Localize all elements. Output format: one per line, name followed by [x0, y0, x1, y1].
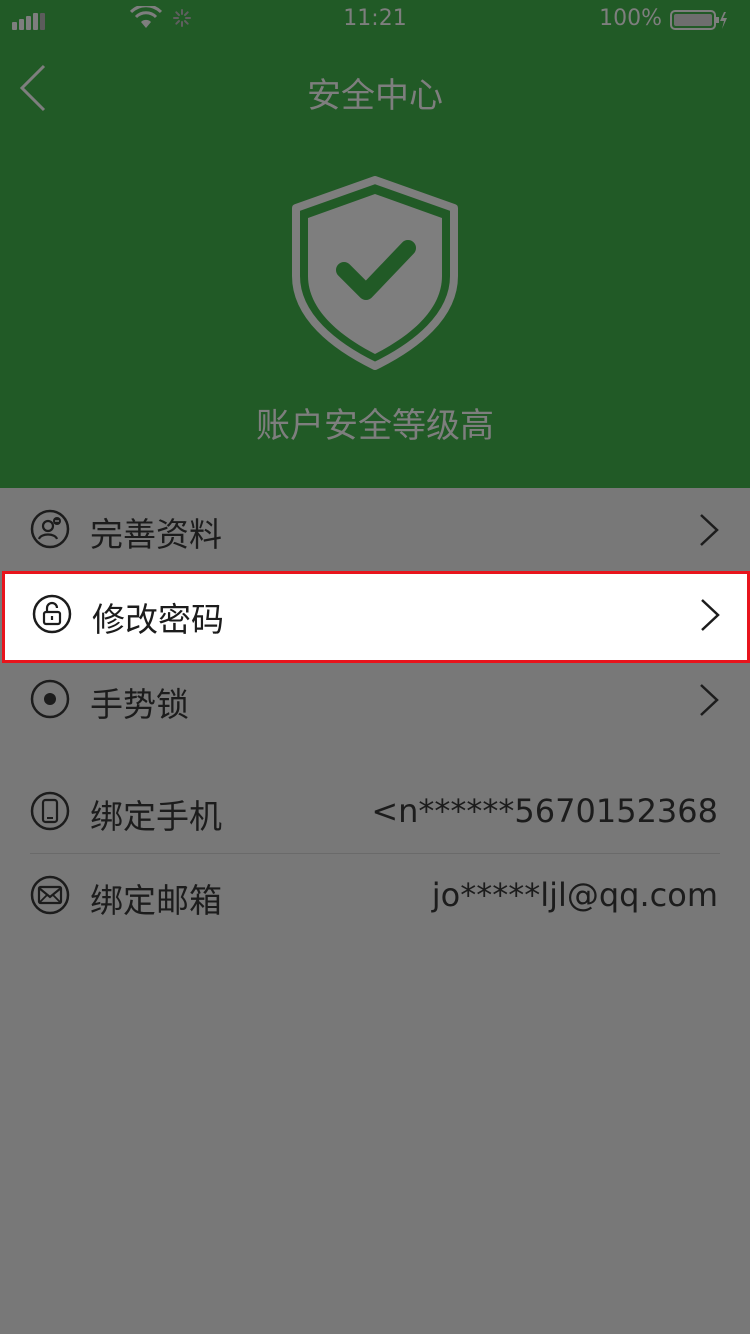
shield-check-icon: [292, 176, 458, 370]
bind-email-label: 绑定邮箱: [90, 881, 222, 920]
complete-profile-row[interactable]: 完善资料: [0, 488, 750, 572]
chevron-right-icon: [701, 599, 720, 631]
change-password-row[interactable]: 修改密码: [2, 571, 750, 663]
gesture-lock-icon: [30, 679, 70, 719]
bind-phone-row[interactable]: 绑定手机 <n******5670152368: [0, 770, 750, 854]
bind-email-row[interactable]: 绑定邮箱 jo*****ljl@qq.com: [0, 854, 750, 938]
bind-phone-label: 绑定手机: [90, 797, 222, 836]
lock-icon: [32, 594, 72, 634]
battery-percentage: 100%: [599, 6, 662, 31]
bind-email-value: jo*****ljl@qq.com: [431, 876, 718, 914]
profile-icon: [30, 509, 70, 549]
page-title: 安全中心: [307, 76, 443, 116]
chevron-right-icon: [700, 684, 719, 716]
battery-icon: [670, 10, 727, 30]
mail-icon: [30, 875, 70, 915]
binding-group: 绑定手机 <n******5670152368 绑定邮箱 jo*****ljl@…: [0, 770, 750, 940]
change-password-label: 修改密码: [92, 600, 224, 639]
status-bar: 11:21 100%: [0, 0, 750, 40]
complete-profile-label: 完善资料: [90, 515, 222, 554]
navigation-bar: 安全中心: [0, 40, 750, 136]
gesture-lock-label: 手势锁: [90, 685, 189, 724]
security-header: 11:21 100% 安全中心 账户安全等级高: [0, 0, 750, 488]
bind-phone-value: <n******5670152368: [371, 792, 718, 830]
chevron-right-icon: [700, 514, 719, 546]
gesture-lock-row[interactable]: 手势锁: [0, 658, 750, 742]
phone-icon: [30, 791, 70, 831]
security-level-text: 账户安全等级高: [256, 406, 494, 446]
